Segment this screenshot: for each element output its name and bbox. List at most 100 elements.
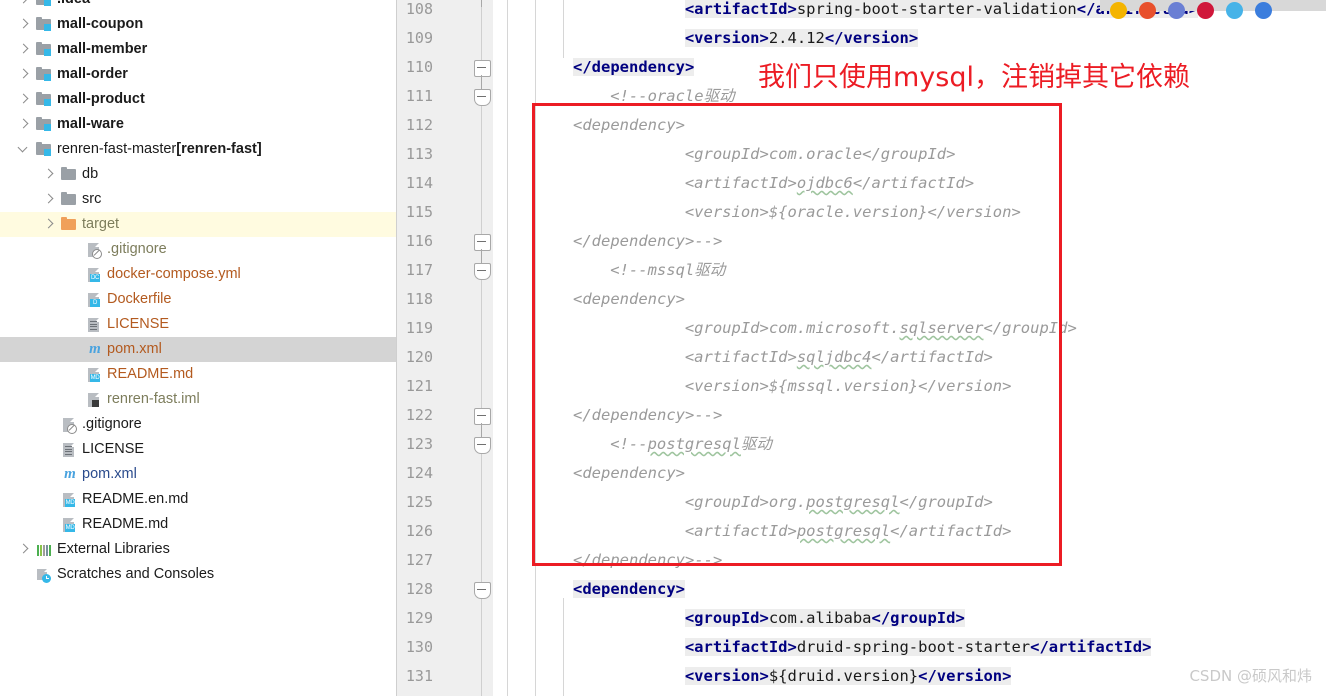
code-editor[interactable]: 108 109 110 111 112 113 114 115 116 117 118 119 120 1… xyxy=(396,0,1326,696)
markdown-file-icon: MD xyxy=(86,366,103,383)
line-number: 108 xyxy=(405,0,433,18)
code-token: <artifactId> xyxy=(684,0,797,18)
code-line[interactable]: <artifactId>sqljdbc4</artifactId> xyxy=(685,343,993,372)
taskbar-icon-strip[interactable] xyxy=(1100,0,1326,19)
tree-row[interactable]: mall-coupon xyxy=(0,12,396,37)
edge-icon[interactable] xyxy=(1168,2,1185,19)
chevron-right-icon[interactable] xyxy=(18,19,29,30)
tree-row[interactable]: .gitignore xyxy=(0,237,396,262)
code-line[interactable]: </dependency>--> xyxy=(573,546,722,575)
code-token: sqljdbc4 xyxy=(796,348,872,366)
code-line[interactable]: <!--oracle驱动 xyxy=(610,82,734,111)
tree-row[interactable]: renren-fast.iml xyxy=(0,387,396,412)
code-token: <version> xyxy=(684,29,769,47)
code-line[interactable]: <groupId>com.oracle</groupId> xyxy=(685,140,956,169)
code-content[interactable]: <artifactId>spring-boot-starter-validati… xyxy=(493,0,1326,696)
chevron-right-icon[interactable] xyxy=(43,219,54,230)
code-line[interactable]: <dependency> xyxy=(573,459,685,488)
code-token: <!-- xyxy=(610,435,648,453)
project-tree-panel[interactable]: .idea mall-coupon mall-member mall-order mal… xyxy=(0,0,396,696)
code-token: postgresql xyxy=(796,522,891,540)
code-line[interactable]: <!--postgresql驱动 xyxy=(610,430,772,459)
code-fold-toggle[interactable] xyxy=(474,582,491,599)
fold-region-line xyxy=(481,0,482,7)
chevron-right-icon[interactable] xyxy=(18,69,29,80)
markdown-file-icon: MD xyxy=(61,516,78,533)
tree-row[interactable]: .gitignore xyxy=(0,412,396,437)
tree-row[interactable]: db xyxy=(0,162,396,187)
chevron-right-icon[interactable] xyxy=(18,94,29,105)
chevron-right-icon[interactable] xyxy=(43,169,54,180)
folder-icon xyxy=(61,191,78,208)
code-line[interactable]: <artifactId>druid-spring-boot-starter</a… xyxy=(684,633,1152,662)
code-fold-toggle[interactable] xyxy=(474,234,491,251)
tree-row[interactable]: Scratches and Consoles xyxy=(0,562,396,587)
code-line[interactable]: <!--mssql驱动 xyxy=(610,256,725,285)
code-fold-toggle[interactable] xyxy=(474,263,491,280)
opera-icon[interactable] xyxy=(1197,2,1214,19)
code-line[interactable]: <groupId>com.microsoft.sqlserver</groupI… xyxy=(685,314,1077,343)
code-line[interactable]: <dependency> xyxy=(573,285,685,314)
tree-row-label: Scratches and Consoles xyxy=(57,566,215,582)
code-token: </dependency>--> xyxy=(573,232,723,250)
chevron-right-icon[interactable] xyxy=(43,194,54,205)
code-line[interactable]: <version>2.4.12</version> xyxy=(684,24,919,53)
code-line[interactable]: <groupId>org.postgresql</groupId> xyxy=(685,488,993,517)
line-number: 126 xyxy=(405,522,433,540)
tree-row[interactable]: D Dockerfile xyxy=(0,287,396,312)
code-token: </dependency>--> xyxy=(573,406,723,424)
code-line[interactable]: </dependency>--> xyxy=(573,227,722,256)
app-icon[interactable] xyxy=(1255,2,1272,19)
code-fold-toggle[interactable] xyxy=(474,89,491,106)
code-line[interactable]: </dependency>--> xyxy=(573,401,722,430)
tree-row[interactable]: LICENSE xyxy=(0,437,396,462)
tree-row[interactable]: src xyxy=(0,187,396,212)
code-line[interactable]: <version>${oracle.version}</version> xyxy=(685,198,1021,227)
code-line[interactable]: <dependency> xyxy=(573,111,685,140)
code-line[interactable]: <dependency> xyxy=(573,575,685,604)
chevron-right-icon[interactable] xyxy=(18,44,29,55)
tree-row[interactable]: mall-order xyxy=(0,62,396,87)
code-fold-toggle[interactable] xyxy=(474,437,491,454)
chrome-icon[interactable] xyxy=(1110,2,1127,19)
tree-row[interactable]: mall-ware xyxy=(0,112,396,137)
tree-row[interactable]: .idea xyxy=(0,0,396,12)
code-token: <groupId>com.oracle</groupId> xyxy=(684,145,956,163)
tree-row[interactable]: External Libraries xyxy=(0,537,396,562)
twitter-icon[interactable] xyxy=(1226,2,1243,19)
tree-row[interactable]: m pom.xml xyxy=(0,337,396,362)
line-number: 125 xyxy=(405,493,433,511)
tree-row[interactable]: mall-member xyxy=(0,37,396,62)
tree-row[interactable]: target xyxy=(0,212,396,237)
line-number: 130 xyxy=(405,638,433,656)
code-line[interactable]: <version>${mssql.version}</version> xyxy=(685,372,1012,401)
code-line[interactable]: <artifactId>postgresql</artifactId> xyxy=(685,517,1012,546)
tree-row[interactable]: MD README.md xyxy=(0,362,396,387)
tree-row[interactable]: m pom.xml xyxy=(0,462,396,487)
editor-gutter[interactable]: 108 109 110 111 112 113 114 115 116 117 118 119 120 1… xyxy=(396,0,493,696)
tree-row[interactable]: renren-fast-master [renren-fast] xyxy=(0,137,396,162)
tree-row-label: .gitignore xyxy=(107,241,167,257)
code-line[interactable]: </dependency> xyxy=(573,53,695,82)
chevron-down-icon[interactable] xyxy=(18,144,29,155)
line-number: 122 xyxy=(405,406,433,424)
firefox-icon[interactable] xyxy=(1139,2,1156,19)
tree-row[interactable]: MD README.en.md xyxy=(0,487,396,512)
code-fold-toggle[interactable] xyxy=(474,60,491,77)
tree-row[interactable]: DC docker-compose.yml xyxy=(0,262,396,287)
code-token: <dependency> xyxy=(573,290,685,308)
code-line[interactable]: <version>${druid.version}</version> xyxy=(684,662,1012,691)
code-fold-toggle[interactable] xyxy=(474,408,491,425)
minus-icon xyxy=(477,241,486,243)
tree-row[interactable]: mall-product xyxy=(0,87,396,112)
code-line[interactable]: <artifactId>ojdbc6</artifactId> xyxy=(685,169,974,198)
minus-icon xyxy=(477,589,486,591)
chevron-right-icon[interactable] xyxy=(18,544,29,555)
tree-row[interactable]: MD README.md xyxy=(0,512,396,537)
code-token: <dependency> xyxy=(573,580,685,598)
code-line[interactable]: <groupId>com.alibaba</groupId> xyxy=(684,604,965,633)
tree-row[interactable]: LICENSE xyxy=(0,312,396,337)
chevron-right-icon[interactable] xyxy=(18,0,29,5)
chevron-right-icon[interactable] xyxy=(18,119,29,130)
tree-row-label: mall-product xyxy=(57,91,145,107)
